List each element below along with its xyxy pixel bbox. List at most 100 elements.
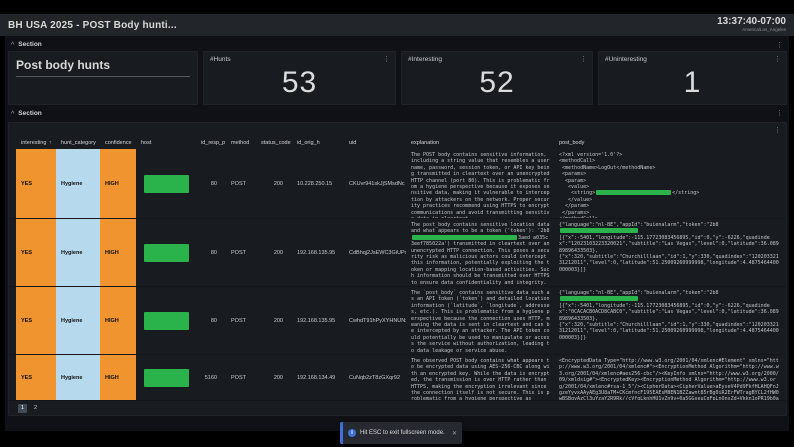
column-header-hunt_category[interactable]: hunt_category [56, 140, 100, 146]
section-menu-kebab-icon[interactable]: ⋮ [776, 110, 783, 117]
cell-interesting: YES [16, 219, 56, 286]
cell-id_resp_p: 80 [210, 249, 217, 256]
cell-post_body: {"language":"nl-BE","appId":"buienalarm"… [559, 222, 779, 273]
section-menu-kebab-icon[interactable]: ⋮ [776, 42, 783, 49]
cell-interesting: YES [16, 149, 56, 218]
panel-menu-kebab-icon[interactable]: ⋮ [383, 56, 390, 63]
redacted-host-value [144, 243, 189, 262]
column-header-interesting[interactable]: interesting ↑ [16, 140, 56, 146]
info-icon: i [348, 429, 356, 437]
cell-host [136, 149, 196, 218]
pagination: 12 [9, 401, 786, 413]
column-header-host[interactable]: host [136, 140, 196, 146]
cell-interesting: YES [16, 355, 56, 400]
cell-confidence: HIGH [100, 287, 136, 354]
cell-method: POST [231, 249, 246, 256]
stat-value: 53 [281, 66, 318, 99]
column-header-uid[interactable]: uid [344, 140, 406, 146]
dashboard-clock: 13:37:40-07:00 America/Los_Angeles [717, 17, 786, 33]
dashboard-titlebar: BH USA 2025 - POST Body hunti... 13:37:4… [0, 14, 794, 36]
redacted-value [412, 234, 517, 240]
clock-time: 13:37:40-07:00 [717, 16, 786, 28]
table-row: YES Hygiene HIGH 80 POST 200 10.228.250.15 CKUv… [9, 149, 786, 219]
redacted-host-value [144, 174, 189, 193]
cell-status_code: 200 [273, 317, 283, 324]
page-button-2[interactable]: 2 [31, 404, 40, 413]
chevron-up-icon: ^ [11, 41, 15, 49]
cell-hunt_category: Hygiene [56, 149, 100, 218]
cell-hunt_category: Hygiene [56, 219, 100, 286]
table-panel: ⋮ interesting ↑ hunt_category confidence ho… [8, 122, 787, 416]
cell-status_code: 200 [273, 249, 283, 256]
redacted-value [596, 190, 672, 196]
table-row: YES Hygiene HIGH 80 POST 200 192.168.135.95 Cwh… [9, 287, 786, 355]
table-row: YES Hygiene HIGH 80 POST 200 192.168.135.95 CdB… [9, 219, 786, 287]
cell-status_code: 200 [273, 374, 283, 381]
cell-status_code: 200 [273, 180, 283, 187]
chevron-up-icon: ^ [11, 110, 15, 118]
cell-method: POST [231, 317, 246, 324]
panel-title: #Uninteresting [605, 56, 647, 63]
section-label: Section [18, 40, 42, 48]
panel-title: #Hunts [210, 56, 231, 63]
cell-method: POST [231, 180, 246, 187]
fullscreen-toast: i Hit ESC to exit fullscreen mode. ✕ [340, 422, 462, 444]
cell-explanation: The `post_body` contains sensitive data … [411, 290, 553, 354]
cell-uid: CKUvr941skJjSMsdNc [349, 180, 405, 187]
table-row: YES Hygiene HIGH 5160 POST 200 192.168.134.49 C… [9, 355, 786, 401]
cell-hunt_category: Hygiene [56, 355, 100, 400]
stat-panel-hunts: #Hunts ⋮ 53 [203, 51, 396, 105]
cell-id_resp_p: 80 [210, 317, 217, 324]
dashboard-title: BH USA 2025 - POST Body hunti... [8, 19, 177, 31]
cell-id_orig_h: 192.168.135.95 [297, 249, 336, 256]
table-header-row: interesting ↑ hunt_category confidence host… [9, 137, 786, 149]
section-header-table[interactable]: ^ Section [11, 108, 42, 118]
cell-id_orig_h: 10.228.250.15 [297, 180, 333, 187]
column-header-status_code[interactable]: status_code [256, 140, 292, 146]
toast-accent-bar [340, 422, 343, 444]
column-header-id_resp_p[interactable]: id_resp_p [196, 140, 226, 146]
table-body: YES Hygiene HIGH 80 POST 200 10.228.250.15 CKUv… [9, 149, 786, 401]
dashboard-canvas: ^ Section ⋮ Post body hunts #Hunts ⋮ 53 … [5, 36, 789, 431]
column-header-confidence[interactable]: confidence [100, 140, 136, 146]
cell-post_body: <EncryptedData Type="http://www.w3.org/2… [559, 358, 779, 400]
stat-value: 52 [479, 66, 515, 99]
panel-menu-kebab-icon[interactable]: ⋮ [774, 56, 781, 63]
cell-uid: CdBhqj2JsEWC3GiUPc [349, 249, 406, 256]
panel-title: #Interesting [408, 56, 442, 63]
page-button-1[interactable]: 1 [18, 404, 27, 413]
cell-explanation: The post_body contains sensitive locatio… [411, 222, 553, 286]
panel-menu-kebab-icon[interactable]: ⋮ [774, 127, 781, 134]
cell-post_body: {"language":"nl-BE","appId":"buienalarm"… [559, 290, 779, 341]
panel-menu-kebab-icon[interactable]: ⋮ [580, 56, 587, 63]
stat-value: 1 [683, 66, 702, 99]
cell-id_resp_p: 5160 [204, 374, 217, 381]
clock-timezone: America/Los_Angeles [742, 27, 786, 33]
text-panel: Post body hunts [8, 51, 198, 105]
cell-id_resp_p: 80 [210, 180, 217, 187]
section-label: Section [18, 109, 42, 117]
cell-host [136, 287, 196, 354]
divider [16, 76, 190, 77]
redacted-value [560, 296, 638, 302]
sort-ascending-icon: ↑ [47, 140, 52, 146]
cell-host [136, 355, 196, 400]
column-header-post_body[interactable]: post_body [554, 140, 782, 146]
cell-id_orig_h: 192.168.134.49 [297, 374, 336, 381]
cell-explanation: The observed POST body contains what app… [411, 358, 550, 400]
redacted-host-value [144, 311, 189, 330]
column-header-method[interactable]: method [226, 140, 256, 146]
section-header-top[interactable]: ^ Section [11, 39, 42, 49]
toast-close-button[interactable]: ✕ [452, 430, 457, 437]
cell-hunt_category: Hygiene [56, 287, 100, 354]
redacted-host-value [144, 368, 189, 387]
cell-confidence: HIGH [100, 355, 136, 400]
cell-confidence: HIGH [100, 219, 136, 286]
cell-id_orig_h: 192.168.135.95 [297, 317, 336, 324]
stat-panel-uninteresting: #Uninteresting ⋮ 1 [598, 51, 787, 105]
text-panel-title: Post body hunts [16, 58, 110, 72]
stat-panel-interesting: #Interesting ⋮ 52 [401, 51, 593, 105]
cell-interesting: YES [16, 287, 56, 354]
column-header-id_orig_h[interactable]: id_orig_h [292, 140, 344, 146]
column-header-explanation[interactable]: explanation [406, 140, 554, 146]
